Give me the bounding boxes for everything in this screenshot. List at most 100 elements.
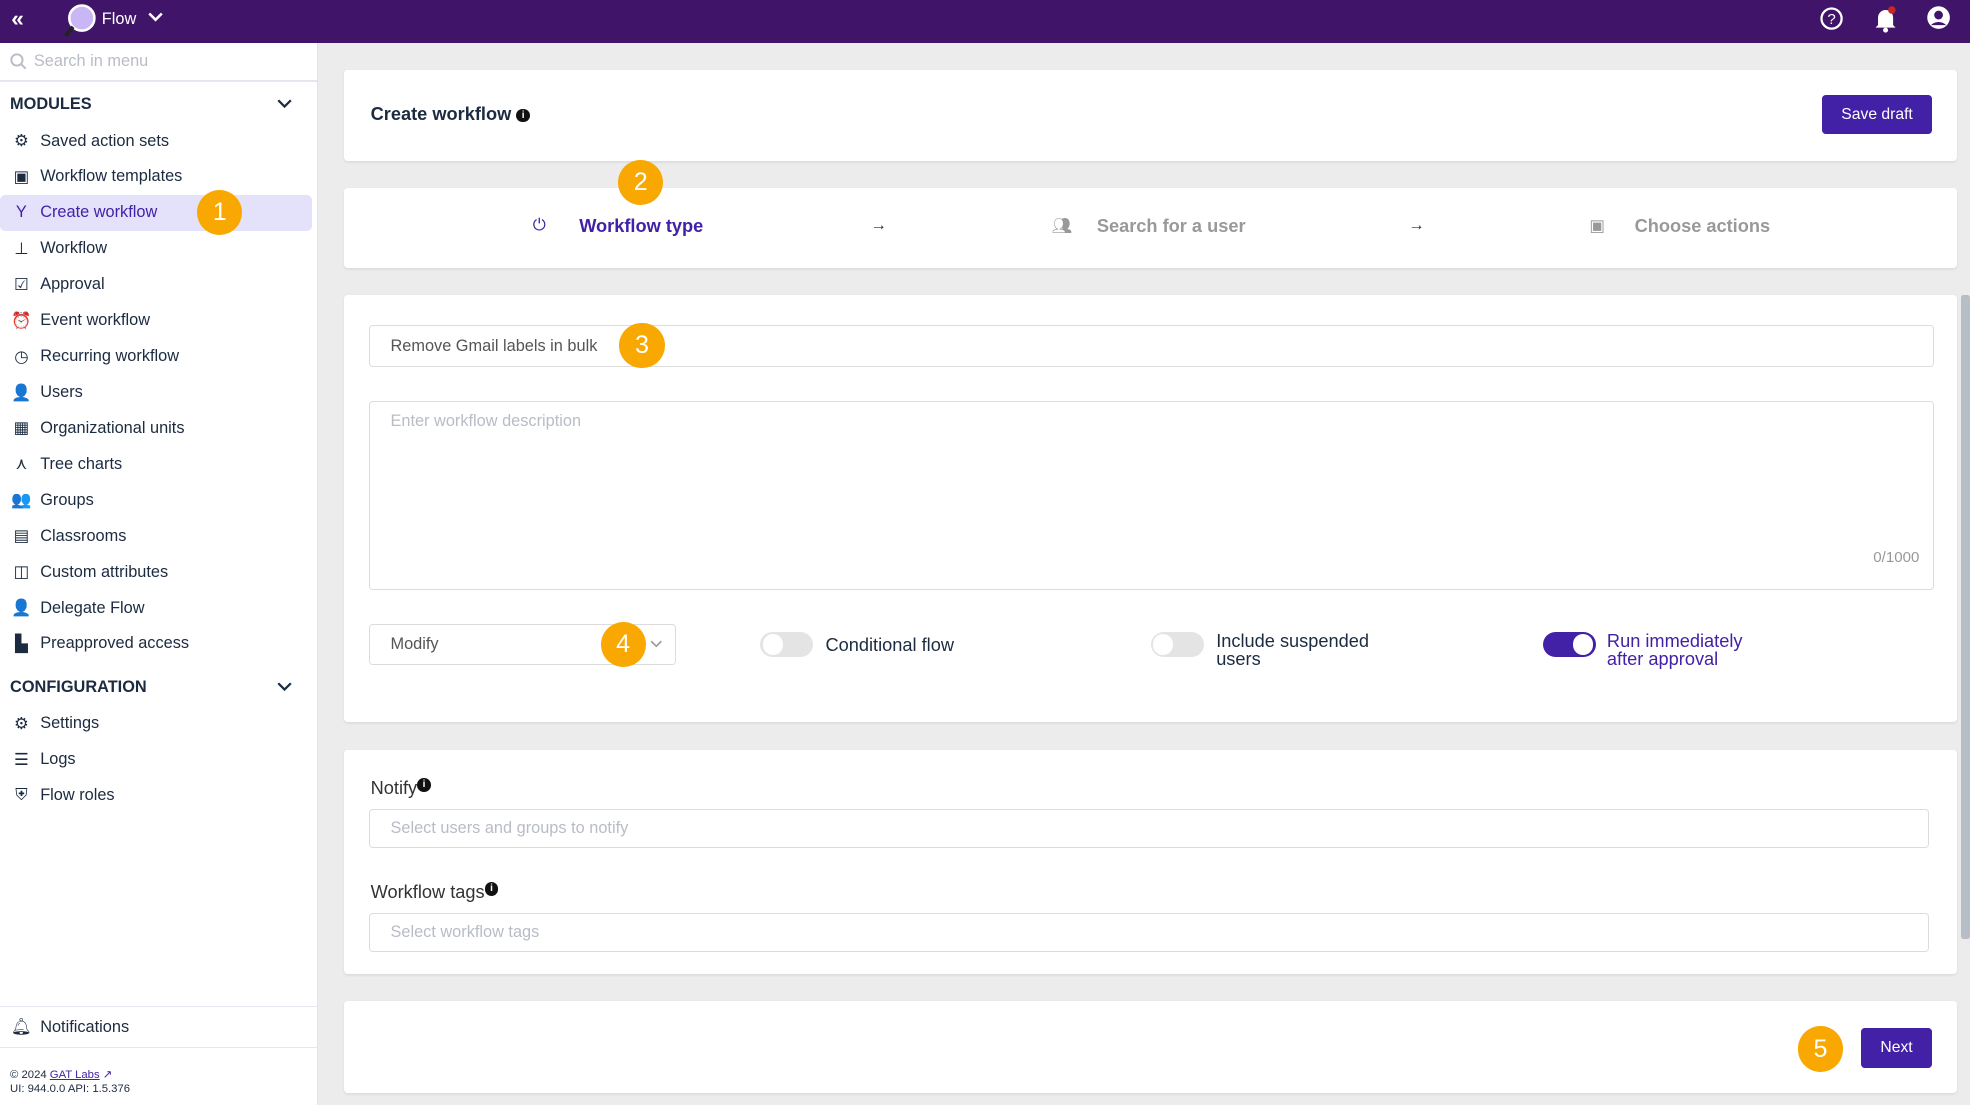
sidebar-item-flow-roles[interactable]: ⛨ Flow roles <box>0 778 312 814</box>
sidebar-item-event-workflow[interactable]: ⏰ Event workflow <box>0 303 312 339</box>
flow-logo <box>63 3 96 37</box>
sidebar-item-label: Flow roles <box>40 786 115 805</box>
workflow-description-textarea[interactable]: Enter workflow description <box>369 400 1934 591</box>
sidebar-item-label: Preapproved access <box>40 634 190 653</box>
char-count: 0/1000 <box>1873 549 1920 567</box>
app-name[interactable]: Flow <box>102 10 136 29</box>
sidebar-item-delegate-flow[interactable]: 👤 Delegate Flow <box>0 590 312 626</box>
modules-section-header[interactable]: MODULES <box>0 85 317 123</box>
arrow-right-icon: → <box>1408 216 1425 235</box>
clock-icon: ◷ <box>14 347 29 366</box>
step-search-user[interactable]: Search for a user <box>1097 216 1246 237</box>
classroom-icon: ▤ <box>13 527 30 546</box>
collapse-icon[interactable]: « <box>11 6 24 32</box>
save-draft-button[interactable]: Save draft <box>1821 95 1933 135</box>
copyright: © 2024 <box>10 1069 47 1082</box>
sidebar-item-notifications[interactable]: 🔔︎ Notifications <box>0 1006 318 1048</box>
header-card: Create workflow i Save draft <box>344 70 1958 161</box>
gat-labs-link[interactable]: GAT Labs <box>50 1069 100 1081</box>
sidebar-item-custom-attributes[interactable]: ◫ Custom attributes <box>0 554 312 590</box>
gear-refresh-icon: ⚙ <box>14 132 29 151</box>
info-icon[interactable]: i <box>516 108 531 123</box>
actions-icon: ▣ <box>1589 217 1605 236</box>
modules-title: MODULES <box>10 94 92 113</box>
sidebar-item-recurring-workflow[interactable]: ◷ Recurring workflow <box>0 339 312 375</box>
sidebar-item-preapproved-access[interactable]: ▙ Preapproved access <box>0 626 312 662</box>
step-choose-actions[interactable]: Choose actions <box>1635 216 1771 237</box>
sidebar-item-label: Users <box>40 383 83 401</box>
user-search-icon: 👤 <box>11 383 32 402</box>
chevron-down-icon[interactable] <box>148 11 163 24</box>
include-suspended-label: Include suspended users <box>1216 630 1370 670</box>
footer-info: © 2024 GAT Labs ↗ UI: 944.0.0 API: 1.5.3… <box>10 1069 130 1097</box>
sidebar-item-label: Groups <box>40 490 94 509</box>
bell-icon: 🔔︎ <box>10 1018 32 1037</box>
sidebar-item-label: Event workflow <box>40 311 150 330</box>
annotation-badge: 5 <box>1797 1026 1844 1072</box>
alarm-icon: ⏰ <box>11 311 32 330</box>
building-icon: ▦ <box>13 419 30 438</box>
chevron-down-icon[interactable] <box>277 99 292 109</box>
sidebar-item-label: Approval <box>40 275 105 294</box>
sidebar-item-label: Create workflow <box>40 203 158 222</box>
sidebar-item-workflow[interactable]: ⊥ Workflow <box>0 231 312 267</box>
sidebar-item-groups[interactable]: 👥 Groups <box>0 482 312 518</box>
notify-input[interactable]: Select users and groups to notify <box>369 809 1929 849</box>
sidebar-item-logs[interactable]: ☰ Logs <box>0 742 312 778</box>
sitemap-icon: ⊥ <box>14 239 29 258</box>
workflow-tags-input[interactable]: Select workflow tags <box>369 913 1929 953</box>
sidebar-item-organizational-units[interactable]: ▦ Organizational units <box>0 410 312 446</box>
workflow-name-input[interactable]: Remove Gmail labels in bulk <box>369 325 1934 367</box>
account-icon[interactable] <box>1926 5 1951 30</box>
fork-icon: Y <box>15 203 27 222</box>
run-immediately-label: Run immediately after approval <box>1606 630 1743 670</box>
external-link-icon: ↗ <box>102 1069 113 1082</box>
version: UI: 944.0.0 API: 1.5.376 <box>10 1083 131 1095</box>
include-suspended-toggle[interactable] <box>1150 631 1204 658</box>
footer-card: Next <box>344 1001 1958 1094</box>
sidebar-item-classrooms[interactable]: ▤ Classrooms <box>0 518 312 554</box>
approval-icon: ☑ <box>14 275 29 294</box>
sidebar-item-label: Notifications <box>40 1017 130 1036</box>
arrow-right-icon: → <box>870 216 887 235</box>
run-immediately-toggle[interactable] <box>1542 631 1596 658</box>
gear-icon: ⚙ <box>14 714 29 733</box>
sidebar-item-label: Organizational units <box>40 418 185 437</box>
top-bar: « Flow ? <box>0 0 1970 43</box>
step-workflow-type[interactable]: Workflow type <box>579 216 703 237</box>
attributes-icon: ◫ <box>13 563 30 582</box>
sidebar-item-label: Recurring workflow <box>40 347 180 366</box>
sidebar-item-label: Classrooms <box>40 526 127 545</box>
info-icon[interactable]: i <box>484 881 499 896</box>
power-icon: ⏻ <box>532 216 546 235</box>
sidebar-item-label: Settings <box>40 714 100 733</box>
tree-icon: ⋏ <box>15 455 28 474</box>
conditional-flow-toggle[interactable] <box>760 631 813 658</box>
sidebar-item-workflow-templates[interactable]: ▣ Workflow templates <box>0 159 312 195</box>
sidebar-item-approval[interactable]: ☑ Approval <box>0 267 312 303</box>
template-icon: ▣ <box>13 167 30 186</box>
configuration-section-header[interactable]: CONFIGURATION <box>0 668 317 706</box>
scrollbar[interactable] <box>1961 295 1970 939</box>
menu-search[interactable]: Search in menu <box>0 43 317 82</box>
sidebar-item-label: Delegate Flow <box>40 598 145 617</box>
search-placeholder: Search in menu <box>33 51 149 70</box>
sidebar-item-settings[interactable]: ⚙ Settings <box>0 706 312 742</box>
sidebar-item-saved-action-sets[interactable]: ⚙ Saved action sets <box>0 123 312 159</box>
sidebar-item-tree-charts[interactable]: ⋏ Tree charts <box>0 446 312 482</box>
search-icon <box>10 53 27 70</box>
sidebar-item-label: Custom attributes <box>40 562 169 581</box>
users-icon: 👥︎ <box>1051 217 1073 236</box>
next-button[interactable]: Next <box>1860 1027 1933 1068</box>
notify-label: Notify i <box>371 777 431 799</box>
sidebar-item-create-workflow[interactable]: Y Create workflow <box>0 194 312 231</box>
conditional-flow-label: Conditional flow <box>825 634 954 655</box>
preapproved-icon: ▙ <box>15 634 28 653</box>
page-title: Create workflow i <box>371 104 531 125</box>
info-icon[interactable]: i <box>417 777 431 792</box>
chevron-down-icon[interactable] <box>277 682 292 692</box>
sidebar-item-users[interactable]: 👤 Users <box>0 375 312 411</box>
bell-icon[interactable] <box>1873 5 1898 33</box>
svg-text:?: ? <box>1828 11 1836 28</box>
help-icon[interactable]: ? <box>1819 6 1844 31</box>
